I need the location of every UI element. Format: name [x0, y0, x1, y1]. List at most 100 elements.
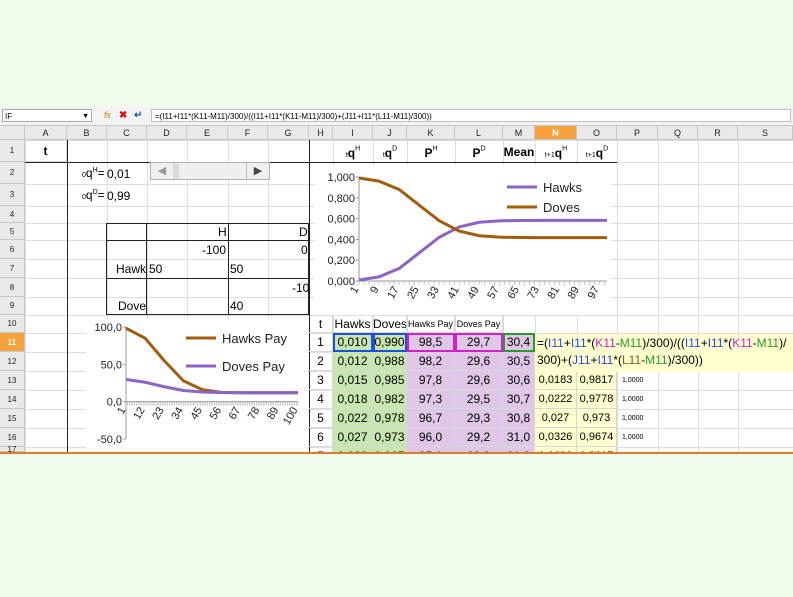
table-cell-hawks-pay[interactable]: 96,0 [407, 428, 455, 447]
table-cell-doves-pay[interactable]: 29,2 [455, 428, 503, 447]
qh-scrollbar[interactable]: ◀ ▶ [150, 162, 270, 180]
table-cell-p[interactable]: 1,0000 [622, 371, 662, 390]
scroll-thumb[interactable] [173, 164, 179, 178]
column-header-k[interactable]: K [407, 126, 455, 140]
column-header-h[interactable]: H [309, 126, 333, 140]
table-cell-hawks[interactable]: 0,015 [333, 371, 373, 390]
table-cell-t[interactable]: 1 [309, 333, 333, 352]
table-cell-doves[interactable]: 0,985 [373, 371, 407, 390]
qd-header[interactable]: tqD [373, 144, 407, 162]
table-cell-doves[interactable]: 0,978 [373, 409, 407, 428]
table-cell-doves-pay[interactable]: 29,5 [455, 390, 503, 409]
table-cell-mean[interactable]: 30,6 [503, 371, 535, 390]
qh-header[interactable]: tqH [333, 144, 373, 162]
table-cell-p[interactable]: 1,0000 [622, 390, 662, 409]
column-header-a[interactable]: A [25, 126, 67, 140]
table-cell-hawks[interactable]: 0,018 [333, 390, 373, 409]
next-qh-header[interactable]: t+1qH [535, 144, 577, 162]
table-cell-doves-pay[interactable]: 29,6 [455, 371, 503, 390]
row-header-10[interactable]: 10 [0, 315, 25, 333]
row-header-8[interactable]: 8 [0, 278, 25, 297]
column-header-f[interactable]: F [228, 126, 268, 140]
accept-icon[interactable]: ↵ [134, 109, 142, 122]
row-header-15[interactable]: 15 [0, 409, 25, 428]
table-cell-t[interactable]: 6 [309, 428, 333, 447]
table-header-hawks-pay[interactable]: Hawks Pay [407, 315, 455, 333]
column-header-n[interactable]: N [535, 126, 577, 140]
column-header-j[interactable]: J [373, 126, 407, 140]
table-cell-doves[interactable]: 0,973 [373, 428, 407, 447]
column-header-r[interactable]: R [698, 126, 738, 140]
table-cell-p[interactable]: 1,0000 [622, 428, 662, 447]
row-header-7[interactable]: 7 [0, 259, 25, 278]
name-box[interactable]: IF ▼ [2, 109, 92, 122]
chevron-down-icon[interactable]: ▼ [82, 110, 89, 123]
row-header-6[interactable]: 6 [0, 240, 25, 259]
mean-header[interactable]: Mean [503, 145, 535, 159]
row-header-3[interactable]: 3 [0, 184, 25, 206]
cell-a1[interactable]: t [25, 140, 67, 162]
table-cell-next-qh[interactable]: 0,0326 [535, 428, 577, 447]
next-qd-header[interactable]: t+1qD [577, 144, 617, 162]
row-header-4[interactable]: 4 [0, 206, 25, 223]
table-cell-mean[interactable]: 31,0 [503, 428, 535, 447]
column-header-d[interactable]: D [147, 126, 187, 140]
table-cell-hawks[interactable]: 0,012 [333, 352, 373, 371]
table-cell-doves[interactable]: 0,988 [373, 352, 407, 371]
table-cell-next-qd[interactable]: 0,9778 [577, 390, 617, 409]
table-cell-p[interactable]: 1,0000 [622, 409, 662, 428]
qh-value[interactable]: 0,01 [107, 167, 130, 181]
table-cell-doves-pay[interactable]: 29,3 [455, 409, 503, 428]
row-header-1[interactable]: 1 [0, 140, 25, 162]
column-header-i[interactable]: I [333, 126, 373, 140]
table-cell-doves-pay[interactable]: 29,6 [455, 352, 503, 371]
table-cell-next-qh[interactable]: 0,0222 [535, 390, 577, 409]
row-header-11[interactable]: 11 [0, 333, 25, 352]
column-header-g[interactable]: G [268, 126, 309, 140]
table-cell-hawks[interactable]: 0,027 [333, 428, 373, 447]
cancel-icon[interactable]: ✖ [119, 109, 127, 122]
table-cell-t[interactable]: 5 [309, 409, 333, 428]
table-header-doves-pay[interactable]: Doves Pay [455, 315, 503, 333]
table-cell-t[interactable]: 3 [309, 371, 333, 390]
table-cell-t[interactable]: 4 [309, 390, 333, 409]
table-cell-doves[interactable]: 0,982 [373, 390, 407, 409]
table-cell-mean[interactable]: 30,5 [503, 352, 535, 371]
table-cell-mean[interactable]: 30,7 [503, 390, 535, 409]
cell-formula-edit[interactable]: =(I11+I11*(K11-M11)/300)/((I11+I11*(K11-… [535, 334, 793, 372]
table-cell-mean[interactable]: 30,8 [503, 409, 535, 428]
row-header-5[interactable]: 5 [0, 223, 25, 240]
table-cell-hawks-pay[interactable]: 98,2 [407, 352, 455, 371]
table-cell-hawks[interactable]: 0,022 [333, 409, 373, 428]
table-cell-hawks-pay[interactable]: 97,8 [407, 371, 455, 390]
row-header-14[interactable]: 14 [0, 390, 25, 409]
table-cell-next-qd[interactable]: 0,9674 [577, 428, 617, 447]
ph-header[interactable]: PH [407, 144, 455, 162]
column-header-e[interactable]: E [187, 126, 228, 140]
row-header-2[interactable]: 2 [0, 162, 25, 184]
table-cell-t[interactable]: 2 [309, 352, 333, 371]
scroll-right-icon[interactable]: ▶ [246, 163, 269, 179]
row-header-12[interactable]: 12 [0, 352, 25, 371]
table-cell-next-qh[interactable]: 0,027 [535, 409, 577, 428]
column-header-m[interactable]: M [503, 126, 535, 140]
table-header-t[interactable]: t [309, 315, 333, 333]
column-header-p[interactable]: P [617, 126, 658, 140]
qd-value[interactable]: 0,99 [107, 189, 130, 203]
column-header-s[interactable]: S [738, 126, 793, 140]
column-header-c[interactable]: C [107, 126, 147, 140]
column-header-q[interactable]: Q [658, 126, 698, 140]
table-cell-hawks-pay[interactable]: 97,3 [407, 390, 455, 409]
table-header-doves[interactable]: Doves [373, 315, 407, 333]
row-header-9[interactable]: 9 [0, 297, 25, 315]
select-all-corner[interactable] [0, 126, 25, 140]
table-cell-next-qd[interactable]: 0,9817 [577, 371, 617, 390]
column-header-l[interactable]: L [455, 126, 503, 140]
column-header-o[interactable]: O [577, 126, 617, 140]
formula-input[interactable]: =(I11+I11*(K11-M11)/300)/((I11+I11*(K11-… [151, 109, 791, 122]
table-cell-next-qh[interactable]: 0,0183 [535, 371, 577, 390]
pd-header[interactable]: PD [455, 144, 503, 162]
table-cell-hawks-pay[interactable]: 96,7 [407, 409, 455, 428]
function-wizard-icon[interactable]: fx [104, 109, 111, 122]
population-chart[interactable]: 1,000 0,800 0,600 0,400 0,200 0,000 1 9 17 25 33 41… [315, 165, 611, 315]
